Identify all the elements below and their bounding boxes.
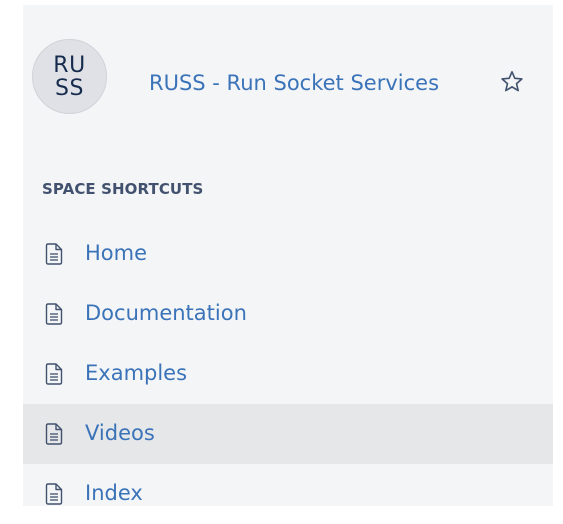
shortcut-label[interactable]: Index	[85, 479, 143, 507]
avatar-initials-line1: RU	[53, 52, 86, 78]
space-avatar[interactable]: RU SS	[32, 39, 107, 114]
space-shortcuts-list: Home Documentation Examples Videos Index	[23, 224, 553, 524]
shortcut-videos[interactable]: Videos	[23, 404, 553, 464]
page-icon	[45, 423, 63, 445]
shortcut-label[interactable]: Examples	[85, 359, 187, 387]
page-icon	[45, 483, 63, 505]
space-header: RU SS RUSS - Run Socket Services	[23, 35, 553, 117]
shortcut-home[interactable]: Home	[23, 224, 553, 284]
space-sidebar: RU SS RUSS - Run Socket Services SPACE S…	[23, 5, 553, 506]
page-icon	[45, 303, 63, 325]
favourite-star-button[interactable]	[495, 65, 529, 99]
shortcut-label[interactable]: Home	[85, 239, 147, 267]
space-title-link[interactable]: RUSS - Run Socket Services	[149, 69, 439, 97]
space-shortcuts-heading: SPACE SHORTCUTS	[42, 180, 204, 198]
shortcut-label[interactable]: Documentation	[85, 299, 247, 327]
shortcut-documentation[interactable]: Documentation	[23, 284, 553, 344]
shortcut-index[interactable]: Index	[23, 464, 553, 524]
page-icon	[45, 363, 63, 385]
avatar-initials-line2: SS	[55, 75, 84, 101]
page-icon	[45, 243, 63, 265]
shortcut-examples[interactable]: Examples	[23, 344, 553, 404]
shortcut-label[interactable]: Videos	[85, 419, 155, 447]
star-outline-icon	[501, 71, 523, 92]
